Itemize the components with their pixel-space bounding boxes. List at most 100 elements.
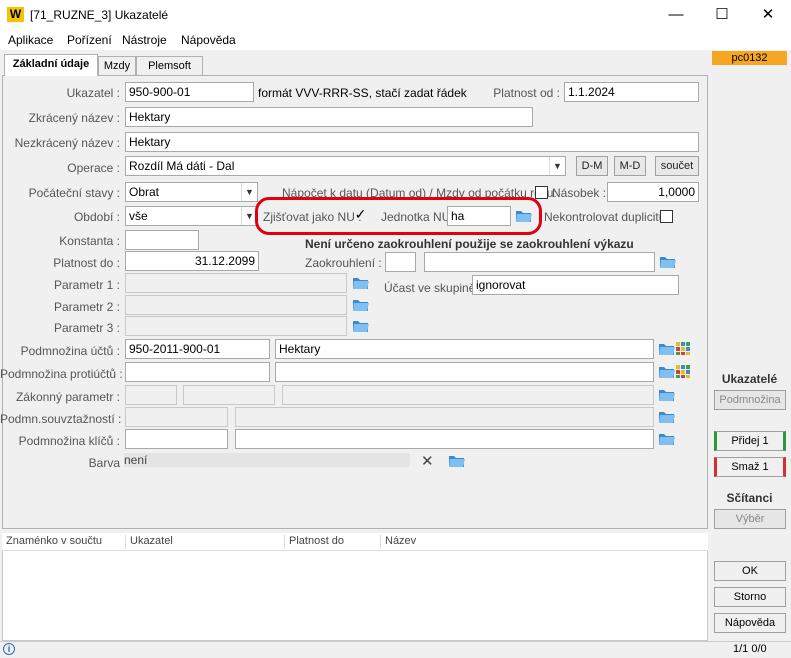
- ukazatel-label: Ukazatel :: [66, 86, 120, 100]
- menu-bar: [0, 30, 791, 50]
- folder-icon[interactable]: [448, 453, 466, 468]
- obdobi-label: Období :: [73, 210, 120, 224]
- dm-button[interactable]: D-M: [576, 156, 608, 176]
- scitanci-title: Sčítanci: [726, 491, 773, 505]
- ucast-label: Účast ve skupině:: [384, 281, 479, 295]
- minimize-button[interactable]: —: [653, 0, 699, 30]
- tab-plemsoft[interactable]: Plemsoft: [136, 56, 203, 76]
- col-platnost-do[interactable]: Platnost do: [284, 535, 344, 549]
- nasobek-input[interactable]: 1,0000: [607, 182, 699, 202]
- window-title: [71_RUZNE_3] Ukazatelé: [30, 8, 169, 22]
- chevron-down-icon: ▼: [549, 157, 565, 175]
- zakonny-input-1: [125, 385, 177, 405]
- pocatecni-select[interactable]: Obrat ▼: [125, 182, 258, 202]
- folder-icon[interactable]: [352, 297, 370, 312]
- nekontrolovat-label: Nekontrolovat duplicitu:: [544, 210, 669, 224]
- folder-icon[interactable]: [658, 409, 676, 424]
- podm-klicu-input[interactable]: [125, 429, 228, 449]
- ukazatel-input[interactable]: 950-900-01: [125, 82, 254, 102]
- col-znamenko[interactable]: Znaménko v součtu: [2, 535, 102, 549]
- pridej-button[interactable]: Přidej 1: [714, 431, 786, 451]
- menu-nastroje[interactable]: Nástroje: [122, 33, 167, 47]
- operace-label: Operace :: [67, 161, 120, 175]
- operace-value: Rozdíl Má dáti - Dal: [129, 159, 235, 173]
- highlight-box: [255, 197, 542, 235]
- zakonny-label: Zákonný parametr :: [15, 390, 120, 404]
- konstanta-input[interactable]: [125, 230, 199, 250]
- platnost-od-input[interactable]: 1.1.2024: [564, 82, 699, 102]
- podm-uctu-label: Podmnožina účtů :: [20, 344, 120, 358]
- multi-select-icon[interactable]: [675, 364, 691, 379]
- tab-mzdy[interactable]: Mzdy: [98, 56, 136, 76]
- podm-uctu-input[interactable]: 950-2011-900-01: [125, 339, 270, 359]
- param2-input: [125, 295, 347, 315]
- format-hint: formát VVV-RRR-SS, stačí zadat řádek: [258, 86, 467, 100]
- podm-uctu-name[interactable]: Hektary: [275, 339, 654, 359]
- obdobi-select[interactable]: vše ▼: [125, 206, 258, 226]
- soucet-button[interactable]: součet: [655, 156, 699, 176]
- folder-icon[interactable]: [658, 341, 676, 356]
- podm-klicu-name[interactable]: [235, 429, 654, 449]
- folder-icon[interactable]: [658, 387, 676, 402]
- zaokrouhleni-label: Zaokrouhlení :: [305, 256, 382, 270]
- nezkraceny-input[interactable]: Hektary: [125, 132, 699, 152]
- zaokrouhleni-name[interactable]: [424, 252, 655, 272]
- zaokrouhleni-info: Není určeno zaokrouhlení použije se zaok…: [305, 237, 634, 251]
- obdobi-value: vše: [129, 209, 148, 223]
- nasobek-label: Násobek :: [552, 186, 607, 200]
- md-button[interactable]: M-D: [614, 156, 646, 176]
- napocet-checkbox[interactable]: [535, 186, 548, 199]
- side-title: Ukazatelé: [721, 372, 778, 386]
- status-bar: [0, 641, 791, 658]
- nezkraceny-label: Nezkrácený název :: [14, 136, 120, 150]
- maximize-button[interactable]: ☐: [699, 0, 745, 30]
- folder-icon[interactable]: [352, 318, 370, 333]
- col-ukazatel[interactable]: Ukazatel: [125, 535, 173, 549]
- tab-zakladni-udaje[interactable]: Základní údaje: [4, 54, 98, 76]
- zaokrouhleni-code[interactable]: [385, 252, 416, 272]
- col-nazev[interactable]: Název: [380, 535, 416, 549]
- folder-icon[interactable]: [658, 364, 676, 379]
- grid-header: Znaménko v součtu Ukazatel Platnost do N…: [2, 533, 708, 551]
- folder-icon[interactable]: [658, 431, 676, 446]
- smaz-button[interactable]: Smaž 1: [714, 457, 786, 477]
- podm-souvz-label: Podmn.souvztažností :: [0, 412, 122, 426]
- barva-label: Barva: [88, 456, 120, 470]
- menu-aplikace[interactable]: Aplikace: [8, 33, 53, 47]
- param3-input: [125, 316, 347, 336]
- zakonny-input-3: [282, 385, 654, 405]
- param3-label: Parametr 3 :: [53, 321, 120, 335]
- zakonny-input-2: [183, 385, 275, 405]
- app-logo: W: [7, 7, 24, 22]
- nekontrolovat-checkbox[interactable]: [660, 210, 673, 223]
- menu-napoveda[interactable]: Nápověda: [181, 33, 236, 47]
- podm-protiuctu-input[interactable]: [125, 362, 270, 382]
- operace-select[interactable]: Rozdíl Má dáti - Dal ▼: [125, 156, 566, 176]
- vyber-button[interactable]: Výběr: [714, 509, 786, 529]
- param1-input: [125, 273, 347, 293]
- platnost-do-label: Platnost do :: [53, 256, 120, 270]
- storno-button[interactable]: Storno: [714, 587, 786, 607]
- pager: 1/1 0/0: [733, 643, 767, 655]
- barva-value: není: [124, 453, 410, 467]
- ok-button[interactable]: OK: [714, 561, 786, 581]
- podm-protiuctu-label: Podmnožina protiúčtů :: [0, 367, 123, 381]
- folder-icon[interactable]: [352, 275, 370, 290]
- multi-select-icon[interactable]: [675, 341, 691, 356]
- platnost-do-input[interactable]: 31.12.2099: [125, 251, 259, 271]
- param2-label: Parametr 2 :: [53, 300, 120, 314]
- podm-klicu-label: Podmnožina klíčů :: [18, 434, 120, 448]
- podm-souvz-name: [235, 407, 654, 427]
- podm-protiuctu-name[interactable]: [275, 362, 654, 382]
- clear-icon[interactable]: ✕: [421, 452, 434, 470]
- folder-icon[interactable]: [659, 254, 677, 269]
- podmnozina-button[interactable]: Podmnožina: [714, 390, 786, 410]
- user-badge: pc0132: [712, 51, 787, 65]
- napoveda-button[interactable]: Nápověda: [714, 613, 786, 633]
- info-icon[interactable]: i: [3, 643, 15, 655]
- close-button[interactable]: ✕: [745, 0, 791, 30]
- menu-porizeni[interactable]: Pořízení: [67, 33, 112, 47]
- zkraceny-input[interactable]: Hektary: [125, 107, 533, 127]
- pocatecni-value: Obrat: [129, 185, 160, 199]
- ucast-input[interactable]: ignorovat: [472, 275, 679, 295]
